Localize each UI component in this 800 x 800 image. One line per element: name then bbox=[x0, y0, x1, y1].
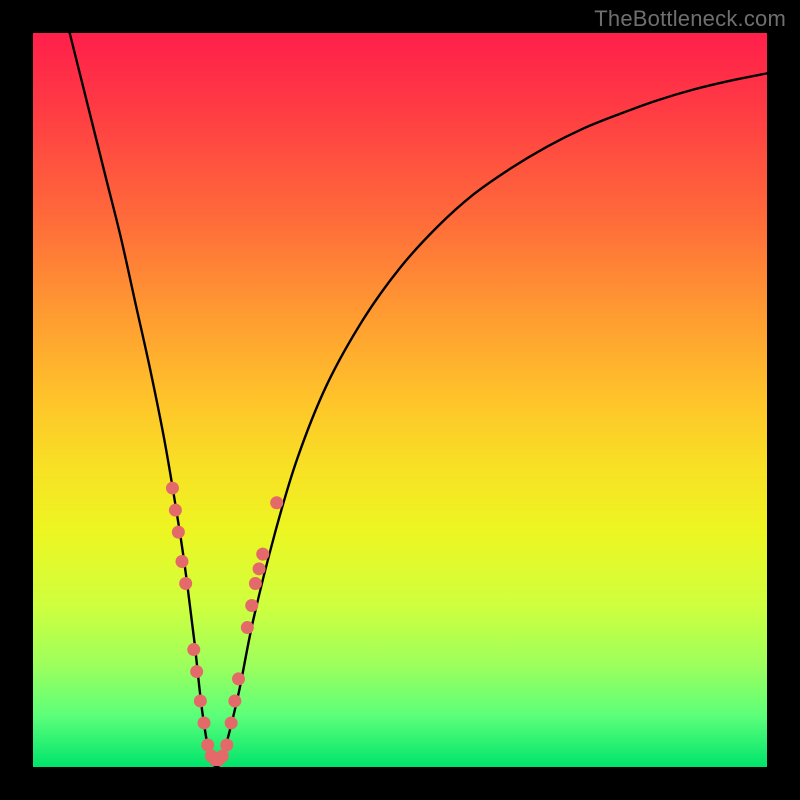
data-marker bbox=[270, 496, 283, 509]
data-marker bbox=[220, 738, 233, 751]
data-marker bbox=[190, 665, 203, 678]
data-marker bbox=[228, 694, 241, 707]
data-marker bbox=[187, 643, 200, 656]
data-marker bbox=[245, 599, 258, 612]
data-marker bbox=[194, 694, 207, 707]
data-marker bbox=[241, 621, 254, 634]
data-marker bbox=[225, 716, 238, 729]
data-marker bbox=[249, 577, 262, 590]
data-marker bbox=[253, 562, 266, 575]
bottleneck-curve bbox=[70, 33, 767, 767]
watermark-text: TheBottleneck.com bbox=[594, 6, 786, 32]
data-marker bbox=[232, 672, 245, 685]
chart-svg bbox=[33, 33, 767, 767]
data-marker bbox=[169, 504, 182, 517]
data-marker bbox=[179, 577, 192, 590]
marker-layer bbox=[166, 482, 283, 767]
data-marker bbox=[256, 548, 269, 561]
data-marker bbox=[166, 482, 179, 495]
plot-area bbox=[33, 33, 767, 767]
curve-layer bbox=[70, 33, 767, 767]
data-marker bbox=[198, 716, 211, 729]
data-marker bbox=[176, 555, 189, 568]
data-marker bbox=[201, 738, 214, 751]
outer-frame: TheBottleneck.com bbox=[0, 0, 800, 800]
data-marker bbox=[172, 526, 185, 539]
